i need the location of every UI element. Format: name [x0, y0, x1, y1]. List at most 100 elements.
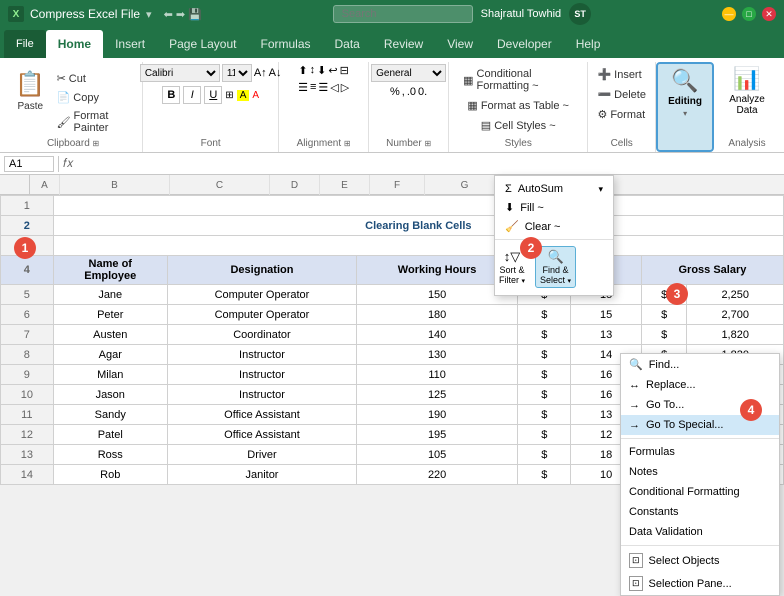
minimize-button[interactable]: — [722, 7, 736, 21]
title-dropdown-icon[interactable]: ▾ [146, 8, 152, 21]
increase-decimal-button[interactable]: .0 [407, 86, 416, 98]
cell-reference[interactable] [4, 156, 54, 172]
fill-color-button[interactable]: A [237, 90, 250, 101]
italic-button[interactable]: I [183, 86, 201, 104]
formula-input[interactable] [77, 158, 780, 170]
constants-item[interactable]: Constants [621, 502, 779, 522]
font-group: Calibri 11 A↑ A↓ B I U ⊞ A A Font [143, 62, 279, 152]
editing-dropdown-arrow[interactable]: ▾ [683, 109, 687, 118]
excel-icon: X [8, 6, 24, 22]
tab-insert[interactable]: Insert [103, 30, 157, 58]
format-cells-button[interactable]: ⚙ Format [591, 106, 651, 123]
format-painter-button[interactable]: 🖌 Format Painter [51, 108, 135, 136]
replace-item[interactable]: ↔ Replace... [621, 375, 779, 395]
align-center-button[interactable]: ≡ [310, 81, 316, 94]
cells-label: Cells [611, 136, 633, 152]
conditional-formatting-button[interactable]: ▦ Conditional Formatting ~ [457, 66, 579, 94]
align-bottom-button[interactable]: ⬇ [317, 64, 326, 77]
selection-pane-icon: ⊡ [629, 576, 643, 591]
tab-view[interactable]: View [435, 30, 485, 58]
insert-cells-button[interactable]: ➕ Insert [591, 66, 647, 83]
find-label: Find & [543, 265, 569, 275]
clear-item[interactable]: 🧹 Clear ~ [495, 217, 613, 236]
col-F: F [370, 175, 425, 195]
fill-item[interactable]: ⬇ Fill ~ [495, 198, 613, 217]
formulas-item[interactable]: Formulas [621, 442, 779, 462]
notes-item[interactable]: Notes [621, 462, 779, 482]
align-right-button[interactable]: ☰ [318, 81, 328, 94]
sort-filter-button[interactable]: ↕▽ Sort & Filter ▾ [499, 249, 525, 285]
selection-pane-item[interactable]: ⊡ Selection Pane... [621, 572, 779, 595]
find-icon: 🔍 [629, 358, 643, 371]
copy-icon: 📄 [57, 91, 71, 104]
delete-cells-button[interactable]: ➖ Delete [591, 86, 652, 103]
tab-help[interactable]: Help [564, 30, 613, 58]
dropdown-divider-1 [621, 438, 779, 439]
tab-formulas[interactable]: Formulas [248, 30, 322, 58]
sort-filter-icon: ↕▽ [504, 249, 521, 265]
format-as-table-button[interactable]: ▦ Format as Table ~ [461, 97, 575, 114]
border-button[interactable]: ⊞ [225, 90, 233, 101]
insert-icon: ➕ [597, 68, 611, 81]
select-objects-item[interactable]: ⊡ Select Objects [621, 549, 779, 572]
alignment-group: ⬆ ↕ ⬇ ↩ ⊟ ☰ ≡ ☰ ◁ ▷ Alignment ⊞ [279, 62, 369, 152]
paste-button[interactable]: 📋 Paste [12, 66, 49, 116]
empty-row-3[interactable] [53, 236, 783, 256]
insert-function-button[interactable]: 𝑓𝑥 [63, 156, 73, 171]
tab-developer[interactable]: Developer [485, 30, 564, 58]
col-header-row: A B C D E F G [0, 175, 784, 195]
tab-review[interactable]: Review [372, 30, 435, 58]
title-search[interactable] [333, 5, 473, 23]
increase-indent-button[interactable]: ▷ [341, 81, 349, 94]
find-select-button[interactable]: 🔍 Find & Select ▾ [535, 246, 576, 288]
autosum-icon: Σ [505, 183, 512, 195]
goto-icon: → [629, 399, 640, 411]
editing-label[interactable]: Editing [668, 96, 702, 107]
conditional-formatting-item[interactable]: Conditional Formatting [621, 482, 779, 502]
header-name: Name ofEmployee [53, 256, 167, 285]
col-C: C [170, 175, 270, 195]
tab-data[interactable]: Data [323, 30, 372, 58]
decrease-decimal-button[interactable]: 0. [418, 86, 427, 98]
goto-item[interactable]: → Go To... [621, 395, 779, 415]
find-item[interactable]: 🔍 Find... [621, 354, 779, 375]
col-D: D [270, 175, 320, 195]
close-button[interactable]: ✕ [762, 7, 776, 21]
font-size-select[interactable]: 11 [222, 64, 252, 82]
clear-icon: 🧹 [505, 220, 519, 233]
autosum-item[interactable]: Σ AutoSum ▾ [495, 180, 613, 198]
filter-label: Filter ▾ [499, 275, 525, 285]
copy-button[interactable]: 📄 Copy [51, 89, 135, 106]
align-middle-button[interactable]: ↕ [310, 64, 316, 77]
align-top-button[interactable]: ⬆ [298, 64, 307, 77]
font-family-select[interactable]: Calibri [140, 64, 220, 82]
underline-button[interactable]: U [204, 86, 222, 104]
font-color-button[interactable]: A [252, 90, 259, 101]
analyze-data-label[interactable]: Analyze Data [722, 94, 772, 116]
row-num-2: 2 [1, 216, 54, 236]
merge-button[interactable]: ⊟ [340, 64, 349, 77]
goto-special-item[interactable]: → Go To Special... [621, 415, 779, 435]
decrease-indent-button[interactable]: ◁ [330, 81, 338, 94]
table-row: 6 Peter Computer Operator 180 $ 15 $ 2,7… [1, 305, 784, 325]
font-label: Font [201, 136, 221, 152]
number-format-select[interactable]: General [371, 64, 446, 82]
empty-row-1[interactable] [53, 196, 783, 216]
cut-button[interactable]: ✂ Cut [51, 70, 135, 87]
increase-font-button[interactable]: A↑ [254, 67, 267, 79]
tab-file[interactable]: File [4, 30, 46, 58]
bold-button[interactable]: B [162, 86, 180, 104]
comma-button[interactable]: , [402, 86, 405, 98]
title-bar: X Compress Excel File ▾ ⬅ ➡ 💾 Shajratul … [0, 0, 784, 28]
percent-button[interactable]: % [390, 86, 400, 98]
styles-group: ▦ Conditional Formatting ~ ▦ Format as T… [449, 62, 588, 152]
tab-page-layout[interactable]: Page Layout [157, 30, 248, 58]
maximize-button[interactable]: □ [742, 7, 756, 21]
cell-styles-button[interactable]: ▤ Cell Styles ~ [475, 117, 562, 134]
data-validation-item[interactable]: Data Validation [621, 522, 779, 542]
align-left-button[interactable]: ☰ [298, 81, 308, 94]
tab-home[interactable]: Home [46, 30, 103, 58]
wrap-text-button[interactable]: ↩ [328, 64, 337, 77]
spreadsheet-title[interactable]: Clearing Blank Cells [53, 216, 783, 236]
row-num-4: 4 [1, 256, 54, 285]
